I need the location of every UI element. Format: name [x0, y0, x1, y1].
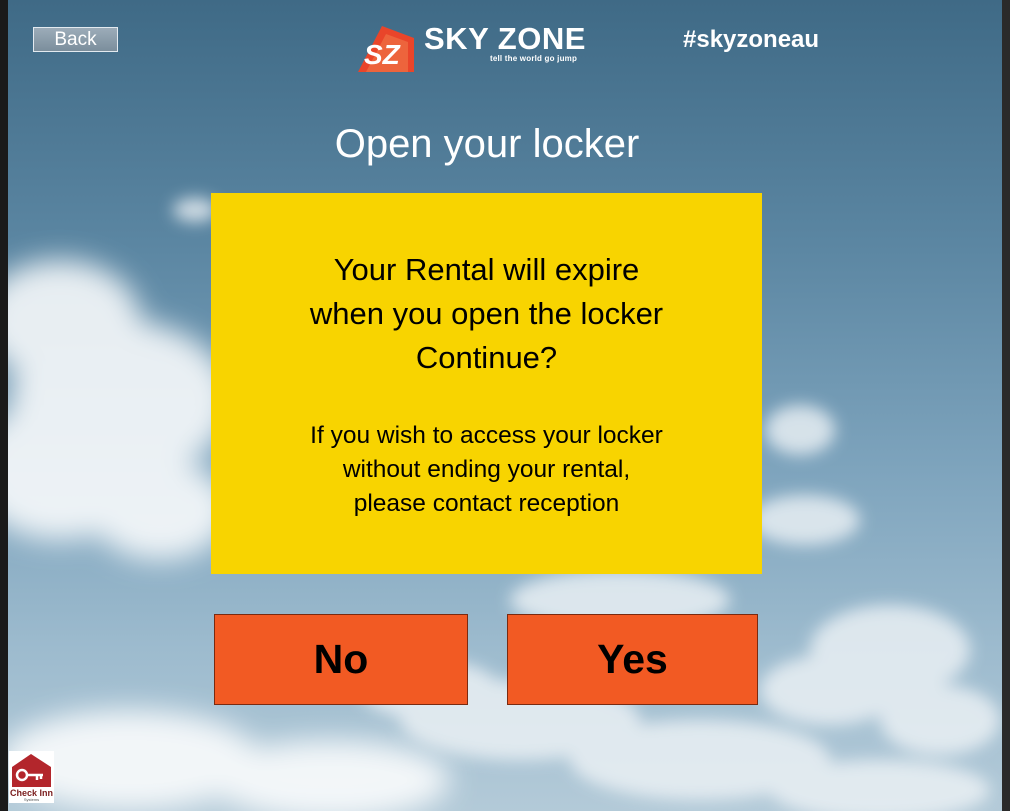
dialog-heading-line: Your Rental will expire — [333, 252, 640, 287]
dialog-heading-line: when you open the locker — [309, 296, 664, 331]
back-button[interactable]: Back — [33, 27, 118, 52]
dialog-info: If you wish to access your locker withou… — [211, 419, 762, 521]
rental-expiry-dialog: Your Rental will expire when you open th… — [211, 193, 762, 574]
hashtag-label: #skyzoneau — [683, 26, 820, 53]
check-inn-sublabel: Systems — [23, 797, 40, 802]
dialog-heading: Your Rental will expire when you open th… — [211, 248, 762, 380]
dialog-heading-line: Continue? — [415, 340, 558, 375]
sky-zone-logo-icon: SZ — [358, 26, 414, 72]
page-title: Open your locker — [334, 122, 640, 166]
right-border — [1002, 0, 1010, 811]
logo-mark-text: SZ — [364, 39, 401, 70]
dialog-info-line: please contact reception — [353, 490, 620, 517]
logo-name: SKY ZONE — [424, 21, 586, 56]
sky-zone-logo: SZ SKY ZONE tell the world go jump — [352, 22, 612, 74]
house-key-icon — [12, 754, 51, 787]
dialog-info-line: without ending your rental, — [342, 456, 631, 483]
check-inn-badge: Check Inn Systems — [9, 751, 54, 803]
kiosk-screen: Back SZ SKY ZONE tell the world go jump … — [0, 0, 1010, 811]
logo-tagline: tell the world go jump — [490, 54, 578, 63]
no-button[interactable]: No — [214, 614, 468, 705]
yes-button[interactable]: Yes — [507, 614, 758, 705]
dialog-info-line: If you wish to access your locker — [310, 422, 663, 449]
